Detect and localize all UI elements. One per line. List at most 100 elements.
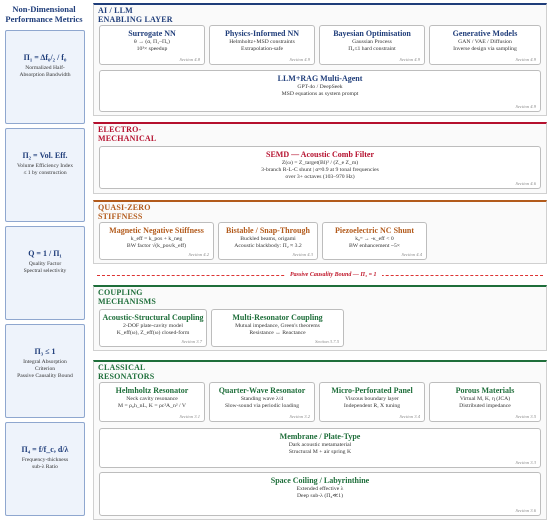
card-title: Surrogate NN: [128, 29, 176, 38]
card-space-coiling-labyrinthine: Space Coiling / Labyrinthine Extended ef…: [99, 472, 541, 516]
metric-desc: Quality Factor: [28, 261, 62, 267]
card-acoustic-structural-coupling: Acoustic-Structural Coupling 2-DOF plate…: [99, 309, 207, 347]
metric-desc: Integral Absorption: [23, 359, 67, 365]
card-title: Bistable / Snap-Through: [226, 226, 310, 235]
card-line: Slow-sound via periodic loading: [224, 403, 300, 409]
card-line: Structural M + air spring K: [288, 449, 352, 455]
card-section-ref: Section 4.9: [289, 57, 310, 62]
layer-title-line2: MECHANISMS: [98, 296, 157, 306]
card-line: Helmholtz+MSD constraints: [229, 39, 295, 45]
card-line: GAN / VAE / Diffusion: [458, 39, 512, 45]
layer-title: CLASSICAL RESONATORS: [98, 363, 155, 381]
card-physics-informed-nn: Physics-Informed NN Helmholtz+MSD constr…: [209, 25, 315, 65]
card-line: Virtual M, K, η (JCA): [459, 396, 511, 402]
metric-formula: Π₁ = Δf₀/₂ / f₀: [23, 53, 67, 62]
layer-classical-resonators: CLASSICAL RESONATORS Helmholtz Resonator…: [93, 360, 547, 520]
metric-desc: Volume Efficiency Index: [16, 163, 74, 169]
card-bayesian-optimisation: Bayesian Optimisation Gaussian Process Π…: [319, 25, 425, 65]
layer-title-line2: RESONATORS: [98, 371, 155, 381]
card-line: Z(ω) = Z_target(Bl)² / (Z_e Z_m): [281, 160, 359, 166]
card-section-ref: Section 3.7: [181, 339, 202, 344]
card-line: k₀ᶜᶦ → -κ_eff < 0: [355, 236, 394, 242]
card-bistable-snap-through: Bistable / Snap-Through Buckled beams, o…: [218, 222, 318, 260]
metric-pi1: Π₁ = Δf₀/₂ / f₀ Normalized Half- Absorpt…: [5, 30, 85, 124]
card-line: Π₃≤1 hard constraint: [348, 46, 396, 52]
card-line: K_eff(ω), Z_eff(ω) closed-form: [116, 330, 190, 336]
card-generative-models: Generative Models GAN / VAE / Diffusion …: [429, 25, 541, 65]
metric-desc: Absorption Bandwidth: [19, 72, 71, 78]
metric-desc: Passive Causality Bound: [17, 373, 73, 379]
card-title: Generative Models: [452, 29, 518, 38]
layer-electro-mechanical: ELECTRO- MECHANICAL SEMD — Acoustic Comb…: [93, 122, 547, 194]
layer-title: ELECTRO- MECHANICAL: [98, 125, 157, 143]
layer-quasi-zero-stiffness: QUASI-ZERO STIFFNESS Magnetic Negative S…: [93, 200, 547, 264]
card-section-ref: Section 4.3: [292, 252, 313, 257]
card-line: over 3+ octaves (103–970 Hz): [285, 174, 355, 180]
card-title: Porous Materials: [455, 386, 515, 395]
card-line: Neck cavity resonance: [126, 396, 178, 402]
metric-formula: Π₄ = f/f_c, d/λ: [21, 445, 69, 454]
card-title: Micro-Perforated Panel: [331, 386, 413, 395]
card-line: Mutual impedance, Green's theorems: [235, 323, 320, 329]
metric-pi4: Π₄ = f/f_c, d/λ Frequency-thickness sub-…: [5, 422, 85, 516]
card-title: Helmholtz Resonator: [115, 386, 189, 395]
card-title: Multi-Resonator Coupling: [232, 313, 323, 322]
card-line: 3-branch R-L-C shunt | α≈0.9 at 9 tonal …: [261, 167, 379, 173]
card-line: Extended effective λ: [296, 486, 344, 492]
card-section-ref: Section 3.3: [515, 460, 536, 465]
card-title: Membrane / Plate-Type: [279, 432, 361, 441]
card-line: Gaussian Process: [352, 39, 392, 45]
card-title: Bayesian Optimisation: [333, 29, 411, 38]
card-line: Acoustic blackbody: Π₂ ≈ 3.2: [234, 243, 302, 249]
card-section-ref: Section 3.2: [289, 414, 310, 419]
card-multi-resonator-coupling: Multi-Resonator Coupling Mutual impedanc…: [211, 309, 344, 347]
card-section-ref: Section 4.8: [179, 57, 200, 62]
layer-ai-llm: AI / LLM ENABLING LAYER Surrogate NN θ →…: [93, 3, 547, 116]
metric-desc: Criterion: [34, 366, 56, 372]
card-section-ref: Section 4.9: [515, 104, 536, 109]
card-micro-perforated-panel: Micro-Perforated Panel Viscous boundary …: [319, 382, 425, 422]
metrics-sidebar: Non-Dimensional Performance Metrics Π₁ =…: [2, 4, 86, 520]
card-line: Distributed impedance: [459, 403, 511, 409]
card-line: MSD equations as system prompt: [281, 91, 359, 97]
metric-formula: Q = 1 / Π₁: [28, 249, 62, 258]
card-llm-rag-multi-agent: LLM+RAG Multi-Agent GPT-4o / DeepSeek MS…: [99, 70, 541, 112]
metric-desc: Normalized Half-: [25, 65, 65, 71]
card-section-ref: Section 4.9: [399, 57, 420, 62]
sidebar-title-line2: Performance Metrics: [5, 14, 83, 24]
metric-formula: Π₃ ≤ 1: [34, 347, 56, 356]
card-line: Inverse design via sampling: [453, 46, 517, 52]
card-title: LLM+RAG Multi-Agent: [277, 74, 363, 83]
card-line: GPT-4o / DeepSeek: [297, 84, 343, 90]
card-title: Piezoelectric NC Shunt: [334, 226, 415, 235]
card-title: Physics-Informed NN: [225, 29, 299, 38]
card-title: Magnetic Negative Stiffness: [109, 226, 204, 235]
card-line: Extrapolation-safe: [240, 46, 283, 52]
card-line: 10³× speedup: [136, 46, 168, 52]
layer-title-line2: MECHANICAL: [98, 133, 157, 143]
layer-coupling-mechanisms: COUPLING MECHANISMS Acoustic-Structural …: [93, 285, 547, 351]
card-section-ref: Section 3.6: [515, 508, 536, 513]
card-line: θ → (α, Π₁–Π₅): [134, 39, 170, 45]
card-section-ref: Section 4.9: [515, 57, 536, 62]
card-line: Resistance ↔ Reactance: [249, 330, 306, 336]
card-section-ref: Section 3.1: [179, 414, 200, 419]
layer-title-line2: STIFFNESS: [98, 211, 143, 221]
passive-causality-bound: Passive Causality Bound — Π₃ = 1: [97, 271, 543, 279]
card-line: Standing wave λ/4: [240, 396, 284, 402]
layer-title-line2: ENABLING LAYER: [98, 14, 173, 24]
card-semd-comb-filter: SEMD — Acoustic Comb Filter Z(ω) = Z_tar…: [99, 146, 541, 189]
bound-label: Passive Causality Bound — Π₃ = 1: [285, 271, 382, 279]
layer-title: AI / LLM ENABLING LAYER: [98, 6, 173, 24]
metric-desc: sub-λ Ratio: [32, 464, 58, 470]
metric-pi2: Π₂ = Vol. Eff. Volume Efficiency Index ≤…: [5, 128, 85, 222]
card-quarter-wave-resonator: Quarter-Wave Resonator Standing wave λ/4…: [209, 382, 315, 422]
sidebar-title: Non-Dimensional Performance Metrics: [2, 4, 86, 24]
card-membrane-plate-type: Membrane / Plate-Type Dark acoustic meta…: [99, 428, 541, 468]
card-line: k_eff = k_pos + k_neg: [130, 236, 183, 242]
card-section-ref: Section 3.4: [399, 414, 420, 419]
card-line: M = ρ₀h_nL, K = ρc²A_n² / V: [118, 403, 186, 409]
card-line: Buckled beams, origami: [240, 236, 296, 242]
card-title: Quarter-Wave Resonator: [218, 386, 306, 395]
metric-desc: Frequency-thickness: [21, 457, 69, 463]
